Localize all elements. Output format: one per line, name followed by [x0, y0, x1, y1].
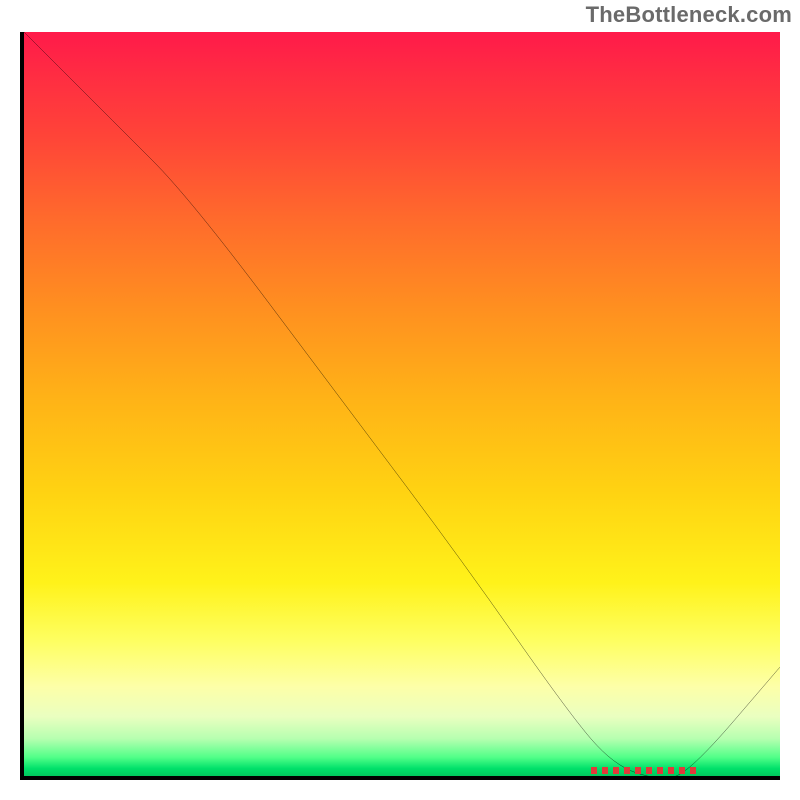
watermark-label: TheBottleneck.com — [586, 2, 792, 28]
heat-gradient — [24, 32, 780, 776]
optimal-zone-marker — [591, 767, 697, 774]
plot-area — [20, 32, 780, 780]
chart-container: TheBottleneck.com — [0, 0, 800, 800]
